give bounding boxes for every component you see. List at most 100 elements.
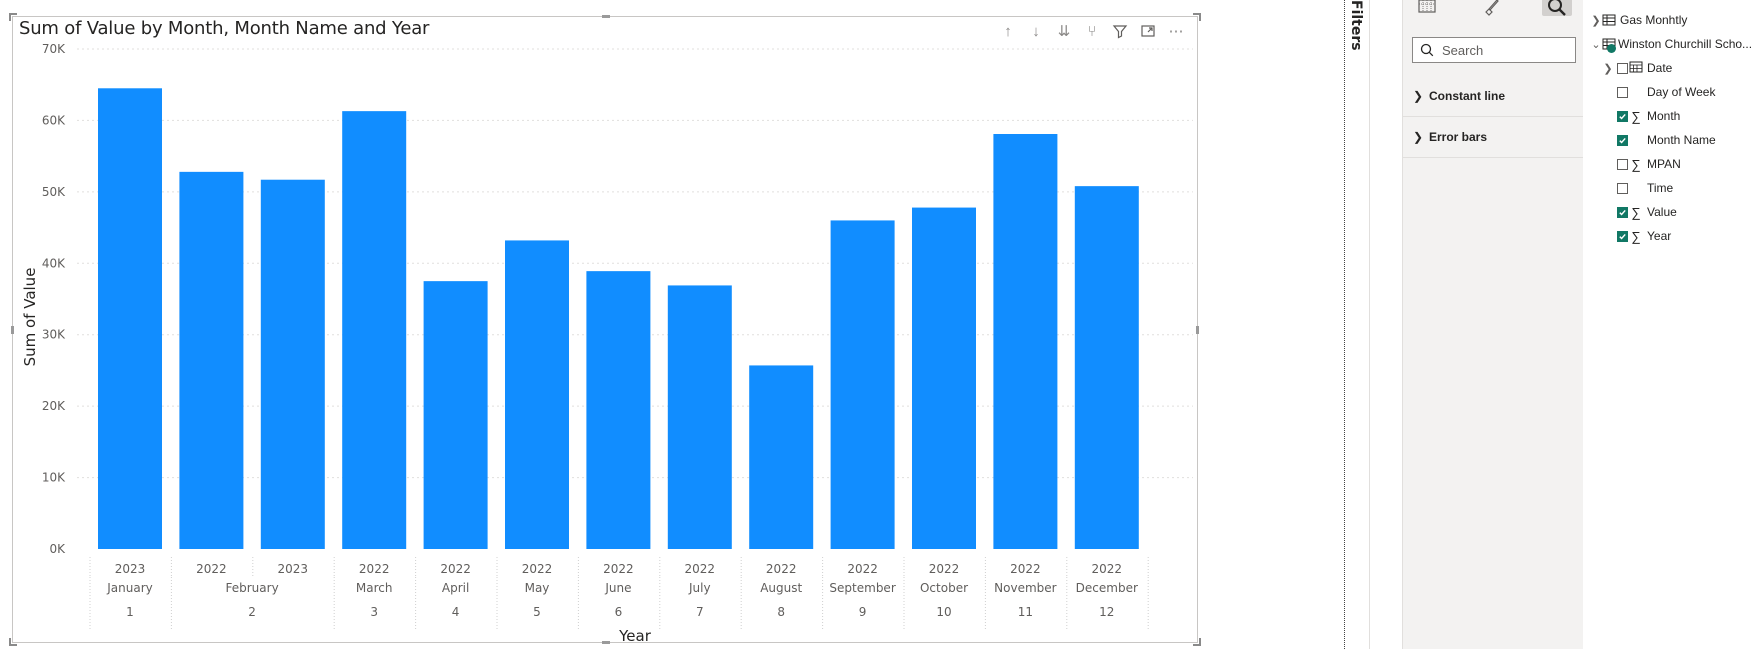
data-fields-pane: ❯ Gas Monhtly ⌄ Winston Churchill Scho..…	[1583, 0, 1758, 649]
field-item-year[interactable]: ∑ Year	[1603, 226, 1671, 246]
field-name: Value	[1647, 205, 1677, 219]
x-tick-month: 4	[452, 605, 460, 619]
chevron-right-icon: ❯	[1603, 62, 1613, 75]
field-checkbox[interactable]	[1617, 158, 1628, 170]
y-tick-label: 60K	[42, 113, 66, 127]
field-item-day-of-week[interactable]: Day of Week	[1603, 82, 1715, 102]
active-check-badge-icon	[1607, 44, 1616, 53]
error-bars-section[interactable]: ❯ Error bars	[1403, 117, 1583, 158]
bar-september-2022	[830, 220, 895, 549]
bar-july-2022	[667, 285, 732, 549]
x-tick-year: 2023	[278, 562, 309, 576]
x-tick-year: 2022	[440, 562, 471, 576]
field-checkbox[interactable]	[1617, 230, 1628, 242]
x-tick-month: 5	[533, 605, 541, 619]
clustered-column-chart-visual[interactable]: Sum of Value by Month, Month Name and Ye…	[9, 13, 1201, 646]
table-name: Winston Churchill Scho...	[1618, 37, 1753, 51]
visualizations-pane-tabs	[1403, 0, 1583, 24]
field-name: Year	[1647, 229, 1672, 243]
constant-line-section[interactable]: ❯ Constant line	[1403, 76, 1583, 117]
y-tick-label: 50K	[42, 185, 66, 199]
search-icon	[1420, 43, 1434, 57]
analytics-tab[interactable]	[1542, 0, 1572, 16]
field-checkbox[interactable]	[1617, 134, 1628, 146]
x-tick-month-name: December	[1076, 581, 1138, 595]
bar-may-2022	[505, 240, 569, 549]
table-gas-monthly[interactable]: ❯ Gas Monhtly	[1591, 10, 1687, 30]
y-axis-title: Sum of Value	[21, 268, 39, 367]
table-icon	[1601, 38, 1617, 53]
x-tick-month: 6	[615, 605, 623, 619]
x-tick-month: 11	[1018, 605, 1033, 619]
resize-handle-top-left[interactable]	[9, 13, 17, 21]
analytics-search-box[interactable]	[1412, 37, 1576, 63]
field-checkbox[interactable]	[1617, 206, 1628, 218]
x-tick-year: 2022	[685, 562, 716, 576]
field-item-time[interactable]: Time	[1603, 178, 1673, 198]
field-item-mpan[interactable]: ∑ MPAN	[1603, 154, 1681, 174]
bar-december-2022	[1074, 186, 1139, 549]
resize-handle-bottom[interactable]	[602, 641, 610, 644]
constant-line-label: Constant line	[1429, 89, 1506, 103]
magnifier-analytics-icon	[1548, 0, 1566, 16]
resize-handle-top-right[interactable]	[1193, 13, 1201, 21]
field-checkbox[interactable]	[1617, 182, 1628, 194]
resize-handle-left[interactable]	[11, 326, 14, 334]
x-tick-month-name: September	[829, 581, 895, 595]
chevron-right-icon: ❯	[1413, 130, 1424, 144]
field-name: Day of Week	[1647, 85, 1716, 99]
y-tick-label: 70K	[42, 42, 66, 56]
field-checkbox[interactable]	[1617, 86, 1628, 98]
field-name: Date	[1647, 61, 1673, 75]
bar-january-2023	[98, 88, 162, 550]
x-tick-year: 2022	[522, 562, 553, 576]
x-tick-month-name: October	[920, 581, 968, 595]
sigma-icon: ∑	[1631, 204, 1641, 220]
field-name: Month	[1647, 109, 1681, 123]
x-tick-year: 2022	[1010, 562, 1041, 576]
x-tick-month-name: November	[994, 581, 1056, 595]
field-checkbox[interactable]	[1617, 110, 1628, 122]
search-input[interactable]	[1440, 41, 1574, 59]
filters-pane-collapsed[interactable]: Filters	[1345, 0, 1370, 649]
table-winston-churchill[interactable]: ⌄ Winston Churchill Scho...	[1591, 34, 1752, 54]
chevron-down-icon: ⌄	[1591, 38, 1601, 51]
paintbrush-icon	[1485, 0, 1499, 16]
field-item-month[interactable]: ∑ Month	[1603, 106, 1680, 126]
resize-handle-right[interactable]	[1196, 326, 1199, 334]
field-item-value[interactable]: ∑ Value	[1603, 202, 1677, 222]
field-item-month-name[interactable]: Month Name	[1603, 130, 1716, 150]
resize-handle-bottom-right[interactable]	[1193, 638, 1201, 646]
bar-october-2022	[912, 207, 976, 550]
bar-june-2022	[586, 271, 651, 549]
x-tick-month: 12	[1099, 605, 1114, 619]
x-tick-month: 2	[248, 605, 256, 619]
field-name: Time	[1647, 181, 1674, 195]
x-tick-month: 1	[126, 605, 134, 619]
x-tick-month-name: August	[760, 581, 802, 595]
table-icon	[1601, 14, 1617, 26]
chevron-right-icon: ❯	[1413, 89, 1424, 103]
calendar-icon	[1628, 61, 1644, 76]
build-visual-tab[interactable]	[1412, 0, 1442, 16]
x-tick-month-name: March	[356, 581, 393, 595]
sigma-icon: ∑	[1631, 156, 1641, 172]
x-tick-year: 2023	[115, 562, 146, 576]
x-tick-year: 2022	[929, 562, 960, 576]
x-tick-month: 7	[696, 605, 704, 619]
x-axis-title: Year	[618, 627, 652, 644]
bar-march-2022	[342, 111, 407, 550]
x-tick-month: 3	[370, 605, 378, 619]
error-bars-label: Error bars	[1429, 130, 1488, 144]
field-checkbox[interactable]	[1617, 62, 1628, 74]
y-tick-label: 20K	[42, 399, 66, 413]
field-name: MPAN	[1647, 157, 1681, 171]
table-name: Gas Monhtly	[1620, 13, 1688, 27]
format-visual-tab[interactable]	[1476, 0, 1506, 16]
field-item-date[interactable]: ❯ Date	[1603, 58, 1672, 78]
x-tick-year: 2022	[847, 562, 878, 576]
resize-handle-top[interactable]	[602, 15, 610, 18]
resize-handle-bottom-left[interactable]	[9, 638, 17, 646]
x-tick-year: 2022	[359, 562, 390, 576]
x-tick-month: 9	[859, 605, 867, 619]
